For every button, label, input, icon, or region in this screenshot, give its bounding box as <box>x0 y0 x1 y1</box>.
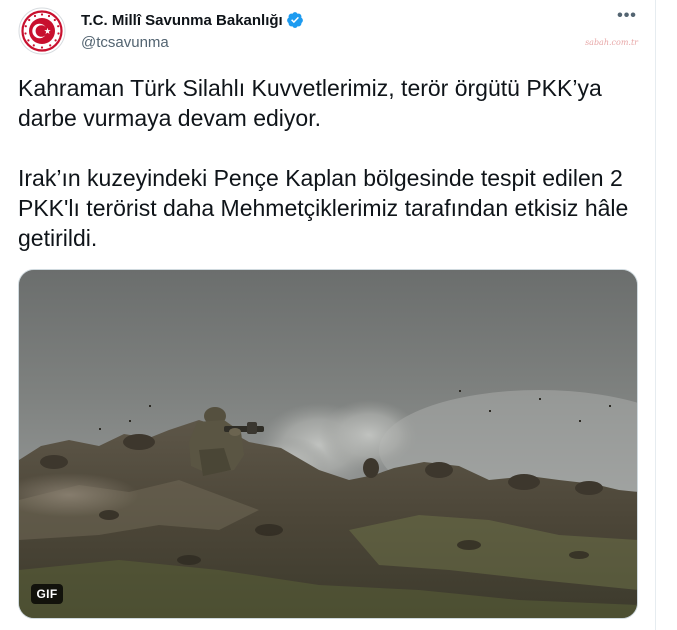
author-name-block: T.C. Millî Savunma Bakanlığı @tcsavunma <box>81 10 304 54</box>
tweet-header: T.C. Millî Savunma Bakanlığı @tcsavunma … <box>18 7 644 57</box>
turkish-crescent-star-emblem-icon <box>18 7 66 55</box>
source-watermark: sabah.com.tr <box>585 38 638 47</box>
tweet-media-gif[interactable]: GIF <box>18 269 638 619</box>
tweet-text: Kahraman Türk Silahlı Kuvvetlerimiz, ter… <box>18 73 638 253</box>
verified-badge-icon <box>286 11 304 29</box>
more-horizontal-icon: ••• <box>617 7 637 24</box>
tweet-paragraph: Irak’ın kuzeyindeki Pençe Kaplan bölgesi… <box>18 165 629 251</box>
tweet-card: T.C. Millî Savunma Bakanlığı @tcsavunma … <box>0 0 656 630</box>
author-handle[interactable]: @tcsavunma <box>81 34 304 51</box>
display-name[interactable]: T.C. Millî Savunma Bakanlığı <box>81 12 283 29</box>
gif-video-still-soldiers-on-ridge <box>19 270 637 618</box>
avatar[interactable] <box>18 7 66 55</box>
tweet-paragraph: Kahraman Türk Silahlı Kuvvetlerimiz, ter… <box>18 75 602 131</box>
display-name-row[interactable]: T.C. Millî Savunma Bakanlığı <box>81 10 304 30</box>
more-options-button[interactable]: ••• <box>614 7 640 29</box>
gif-badge: GIF <box>31 584 63 604</box>
